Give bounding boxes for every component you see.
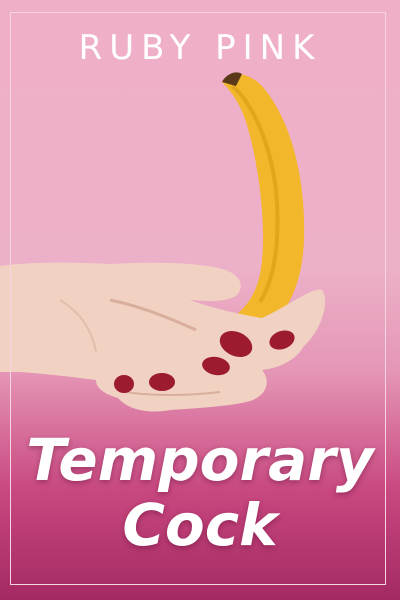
book-cover: RUBY PINK Temporary Cock (0, 0, 400, 600)
author-name: RUBY PINK (78, 28, 322, 68)
book-title: Temporary Cock (0, 430, 400, 556)
title-line-2: Cock (122, 490, 278, 559)
title-line-1: Temporary (26, 426, 374, 494)
